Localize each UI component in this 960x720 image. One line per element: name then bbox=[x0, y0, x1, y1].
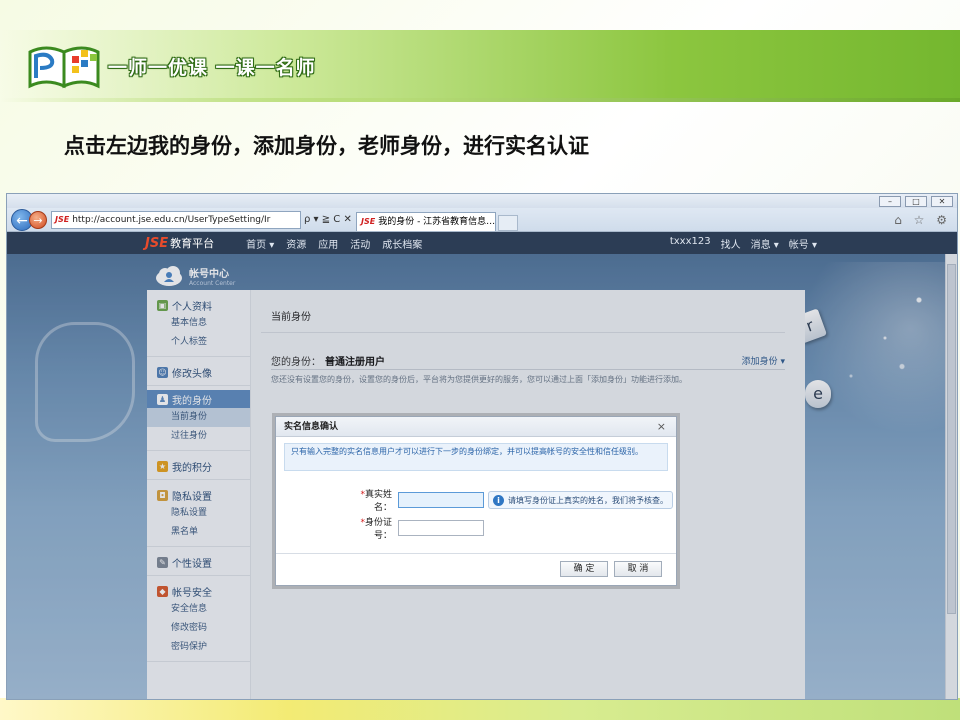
url-tools[interactable]: ρ ▾ ≧ C ✕ bbox=[304, 214, 356, 225]
tab-close-icon[interactable]: × bbox=[495, 213, 496, 231]
real-name-input[interactable] bbox=[398, 492, 484, 508]
name-label: 真实姓名： bbox=[364, 490, 392, 513]
browser-window: – □ ✕ ← → JSE http://account.jse.edu.cn/… bbox=[6, 193, 958, 700]
realname-dialog: 实名信息确认 × 只有输入完整的实名信息用户才可以进行下一步的身份绑定，并可以提… bbox=[275, 416, 677, 586]
username[interactable]: txxx123 bbox=[670, 236, 711, 251]
window-titlebar: – □ ✕ bbox=[7, 194, 957, 208]
name-tip-text: 请填写身份证上真实的姓名，我们将予核查。 bbox=[508, 495, 668, 505]
slide-bottom-band bbox=[0, 698, 960, 720]
slide-top-band-line bbox=[0, 98, 960, 102]
nav-apps[interactable]: 应用 bbox=[318, 236, 338, 251]
tab-favicon-icon: JSE bbox=[361, 217, 376, 226]
book-logo-icon bbox=[26, 40, 104, 92]
id-number-input[interactable] bbox=[398, 520, 484, 536]
dialog-header: 实名信息确认 × bbox=[276, 417, 676, 437]
site-logo[interactable]: JSE 教育平台 bbox=[145, 235, 214, 251]
slide-heading: 点击左边我的身份，添加身份，老师身份，进行实名认证 bbox=[64, 134, 589, 158]
find-people-link[interactable]: 找人 bbox=[721, 236, 741, 251]
site-favicon-icon: JSE bbox=[55, 214, 70, 224]
browser-tool-icons[interactable]: ⌂ ☆ ⚙ bbox=[894, 213, 951, 227]
site-nav-items: 首页 ▾ 资源 应用 活动 成长档案 bbox=[246, 236, 422, 251]
site-navbar: JSE 教育平台 首页 ▾ 资源 应用 活动 成长档案 txxx123 找人 消息… bbox=[7, 232, 957, 254]
nav-home[interactable]: 首页 ▾ bbox=[246, 236, 274, 251]
id-label: 身份证号： bbox=[364, 518, 392, 541]
nav-activities[interactable]: 活动 bbox=[350, 236, 370, 251]
slide-slogan: 一师一优课 一课一名师 bbox=[108, 56, 316, 79]
user-menu: txxx123 找人 消息 ▾ 帐号 ▾ bbox=[670, 236, 817, 251]
url-field[interactable]: JSE http://account.jse.edu.cn/UserTypeSe… bbox=[51, 210, 301, 229]
address-bar: ← → JSE http://account.jse.edu.cn/UserTy… bbox=[7, 208, 957, 232]
minimize-button[interactable]: – bbox=[879, 195, 901, 207]
dialog-footer: 确 定 取 消 bbox=[276, 553, 676, 585]
account-menu[interactable]: 帐号 ▾ bbox=[789, 236, 817, 251]
new-tab-button[interactable] bbox=[498, 214, 518, 231]
dialog-title: 实名信息确认 bbox=[284, 422, 339, 432]
slide-logo: 一师一优课 一课一名师 bbox=[26, 40, 316, 92]
name-field-row: *真实姓名： i 请填写身份证上真实的姓名，我们将予核查。 bbox=[346, 487, 673, 513]
dialog-close-icon[interactable]: × bbox=[657, 417, 666, 437]
cancel-button[interactable]: 取 消 bbox=[614, 561, 662, 577]
nav-growth-archive[interactable]: 成长档案 bbox=[382, 236, 422, 251]
forward-button[interactable]: → bbox=[29, 210, 47, 229]
browser-tab[interactable]: JSE 我的身份 - 江苏省教育信息… × bbox=[356, 212, 496, 231]
maximize-button[interactable]: □ bbox=[905, 195, 927, 207]
info-icon: i bbox=[493, 494, 504, 506]
dialog-note: 只有输入完整的实名信息用户才可以进行下一步的身份绑定，并可以提高帐号的安全性和信… bbox=[284, 443, 668, 471]
id-field-row: *身份证号： bbox=[346, 515, 484, 541]
messages-menu[interactable]: 消息 ▾ bbox=[751, 236, 779, 251]
confirm-button[interactable]: 确 定 bbox=[560, 561, 608, 577]
name-tip: i 请填写身份证上真实的姓名，我们将予核查。 bbox=[488, 491, 673, 509]
url-text: http://account.jse.edu.cn/UserTypeSettin… bbox=[72, 214, 271, 225]
nav-resources[interactable]: 资源 bbox=[286, 236, 306, 251]
page-content: JSE 教育平台 首页 ▾ 资源 应用 活动 成长档案 txxx123 找人 消息… bbox=[7, 232, 957, 699]
close-window-button[interactable]: ✕ bbox=[931, 195, 953, 207]
tab-title: 我的身份 - 江苏省教育信息… bbox=[378, 217, 496, 227]
